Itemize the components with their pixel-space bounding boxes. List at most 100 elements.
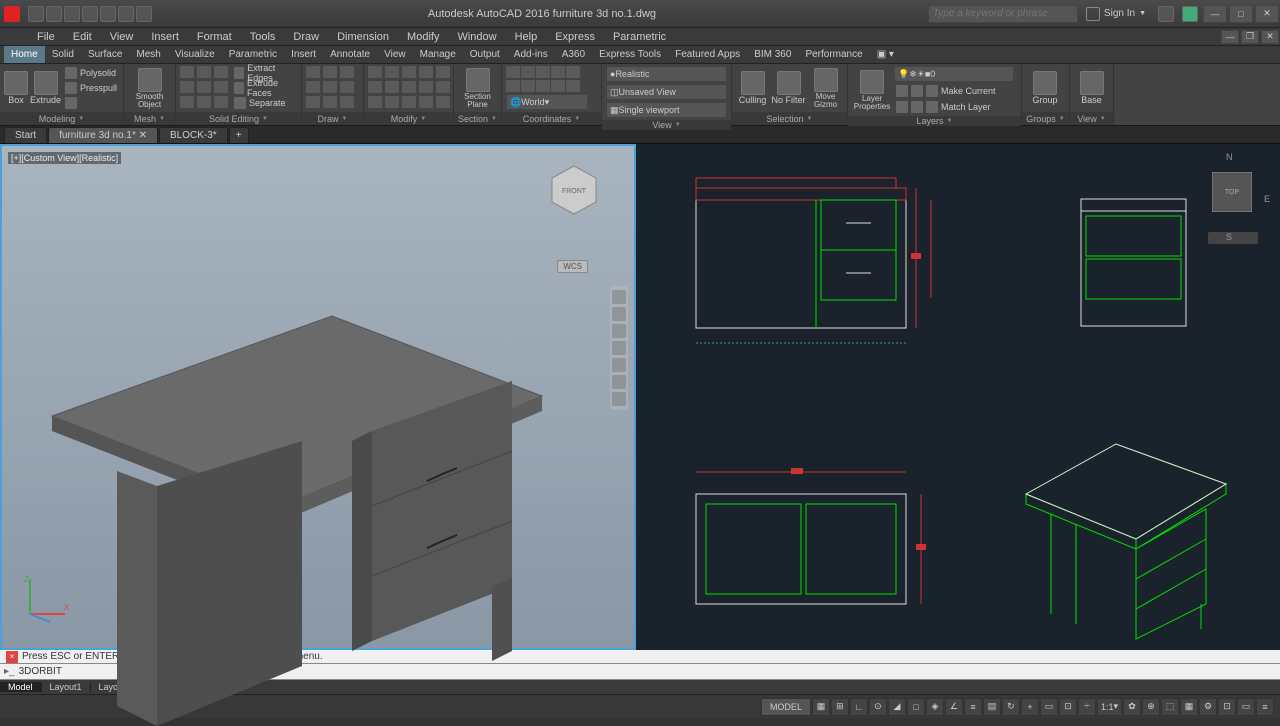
polysolid-button[interactable]: Polysolid xyxy=(63,66,119,80)
no-filter-button[interactable]: No Filter xyxy=(771,66,806,110)
base-button[interactable]: Base xyxy=(1074,66,1109,110)
status-anno-icon[interactable]: 🞡 xyxy=(1078,698,1096,716)
status-sc-icon[interactable]: ⊡ xyxy=(1059,698,1077,716)
tab-express[interactable]: Express Tools xyxy=(592,46,668,63)
status-lwt-icon[interactable]: ≡ xyxy=(964,698,982,716)
layer-properties-button[interactable]: Layer Properties xyxy=(852,68,892,112)
section-plane-button[interactable]: Section Plane xyxy=(458,66,497,110)
menu-parametric[interactable]: Parametric xyxy=(604,31,675,43)
nav-etc2-icon[interactable] xyxy=(612,392,626,406)
panel-selection-label[interactable]: Selection xyxy=(732,112,847,125)
visual-style-dropdown[interactable]: ● Realistic xyxy=(606,66,727,82)
viewport-left[interactable]: [+][Custom View][Realistic] FRONT xyxy=(0,144,636,650)
maximize-button[interactable]: □ xyxy=(1229,5,1253,23)
status-qs-icon[interactable]: ▦ xyxy=(1180,698,1198,716)
tab-annotate[interactable]: Annotate xyxy=(323,46,377,63)
panel-mesh-label[interactable]: Mesh xyxy=(124,112,175,125)
tab-solid[interactable]: Solid xyxy=(45,46,81,63)
status-osnap-icon[interactable]: □ xyxy=(907,698,925,716)
tab-a360[interactable]: A360 xyxy=(555,46,592,63)
panel-coordinates-label[interactable]: Coordinates xyxy=(502,112,601,125)
file-tab-start[interactable]: Start xyxy=(4,127,47,143)
tab-performance[interactable]: Performance xyxy=(798,46,869,63)
view-dropdown[interactable]: ◫ Unsaved View xyxy=(606,84,727,100)
status-am-icon[interactable]: ⊕ xyxy=(1142,698,1160,716)
qat-plot-icon[interactable] xyxy=(100,6,116,22)
file-tab-2[interactable]: BLOCK-3* xyxy=(159,127,228,143)
panel-groups-label[interactable]: Groups xyxy=(1022,112,1069,125)
nav-etc-icon[interactable] xyxy=(612,375,626,389)
panel-modeling-label[interactable]: Modeling xyxy=(0,112,123,125)
tab-view[interactable]: View xyxy=(377,46,413,63)
status-model[interactable]: MODEL xyxy=(761,698,811,716)
panel-section-label[interactable]: Section xyxy=(454,112,501,125)
status-snap-icon[interactable]: ⊞ xyxy=(831,698,849,716)
panel-modify-label[interactable]: Modify xyxy=(364,112,453,125)
status-iso2-icon[interactable]: ⊡ xyxy=(1218,698,1236,716)
separate-button[interactable]: Separate xyxy=(232,96,297,110)
extrude-faces-button[interactable]: Extrude Faces xyxy=(232,81,297,95)
qat-new-icon[interactable] xyxy=(28,6,44,22)
nav-showmotion-icon[interactable] xyxy=(612,358,626,372)
tab-home[interactable]: Home xyxy=(4,46,45,63)
tab-mesh[interactable]: Mesh xyxy=(129,46,167,63)
cmd-close-icon[interactable]: × xyxy=(6,651,18,663)
status-qp-icon[interactable]: ▭ xyxy=(1040,698,1058,716)
nav-pan-icon[interactable] xyxy=(612,307,626,321)
status-ortho-icon[interactable]: ∟ xyxy=(850,698,868,716)
make-current-button[interactable]: Make Current xyxy=(894,84,1014,98)
qat-save-icon[interactable] xyxy=(64,6,80,22)
status-3dosnap-icon[interactable]: ◈ xyxy=(926,698,944,716)
wcs-badge[interactable]: WCS xyxy=(557,260,588,273)
tab-surface[interactable]: Surface xyxy=(81,46,129,63)
tab-manage[interactable]: Manage xyxy=(413,46,463,63)
panel-view2-label[interactable]: View xyxy=(1070,112,1113,125)
status-cycle-icon[interactable]: ↻ xyxy=(1002,698,1020,716)
status-grid-icon[interactable]: ▦ xyxy=(812,698,830,716)
culling-button[interactable]: Culling xyxy=(736,66,769,110)
search-input[interactable] xyxy=(928,5,1078,23)
nav-wheel-icon[interactable] xyxy=(612,290,626,304)
minimize-button[interactable]: — xyxy=(1203,5,1227,23)
panel-draw-label[interactable]: Draw xyxy=(302,112,363,125)
doc-restore[interactable]: ❐ xyxy=(1241,30,1259,44)
menu-express[interactable]: Express xyxy=(546,31,604,43)
status-clean-icon[interactable]: ▭ xyxy=(1237,698,1255,716)
group-button[interactable]: Group xyxy=(1026,66,1064,110)
menu-window[interactable]: Window xyxy=(448,31,505,43)
file-tab-1[interactable]: furniture 3d no.1* ✕ xyxy=(48,127,158,143)
status-scale[interactable]: 1:1 ▾ xyxy=(1097,698,1122,716)
status-units-icon[interactable]: ⬚ xyxy=(1161,698,1179,716)
ucs-dropdown[interactable]: 🌐 World ▾ xyxy=(506,94,588,110)
menu-modify[interactable]: Modify xyxy=(398,31,448,43)
viewport-dropdown[interactable]: ▦ Single viewport xyxy=(606,102,727,118)
status-polar-icon[interactable]: ⊙ xyxy=(869,698,887,716)
tab-parametric[interactable]: Parametric xyxy=(222,46,284,63)
close-button[interactable]: ✕ xyxy=(1255,5,1279,23)
tab-featured[interactable]: Featured Apps xyxy=(668,46,747,63)
help-icon[interactable] xyxy=(1182,6,1198,22)
qat-saveas-icon[interactable] xyxy=(82,6,98,22)
menu-edit[interactable]: Edit xyxy=(64,31,101,43)
match-layer-button[interactable]: Match Layer xyxy=(894,100,1014,114)
tab-output[interactable]: Output xyxy=(463,46,507,63)
viewcube-right[interactable]: N E S TOP xyxy=(1194,152,1272,250)
tab-bim360[interactable]: BIM 360 xyxy=(747,46,798,63)
box-button[interactable]: Box xyxy=(4,66,28,110)
menu-draw[interactable]: Draw xyxy=(284,31,328,43)
exchange-icon[interactable] xyxy=(1158,6,1174,22)
line-icon[interactable] xyxy=(306,66,320,78)
layer-dropdown[interactable]: 💡❄☀■ 0 xyxy=(894,66,1014,82)
viewcube[interactable]: FRONT xyxy=(544,160,604,220)
tab-insert[interactable]: Insert xyxy=(284,46,323,63)
app-logo-icon[interactable] xyxy=(4,6,20,22)
new-tab-button[interactable]: + xyxy=(229,127,249,143)
menu-tools[interactable]: Tools xyxy=(241,31,285,43)
status-otrack-icon[interactable]: ∠ xyxy=(945,698,963,716)
nav-orbit-icon[interactable] xyxy=(612,341,626,355)
ribbon-toggle-icon[interactable]: ▣ ▾ xyxy=(870,46,901,63)
presspull-button[interactable]: Presspull xyxy=(63,81,119,95)
panel-solid-editing-label[interactable]: Solid Editing xyxy=(176,112,301,125)
signin-button[interactable]: Sign In ▼ xyxy=(1078,7,1154,21)
menu-view[interactable]: View xyxy=(101,31,143,43)
